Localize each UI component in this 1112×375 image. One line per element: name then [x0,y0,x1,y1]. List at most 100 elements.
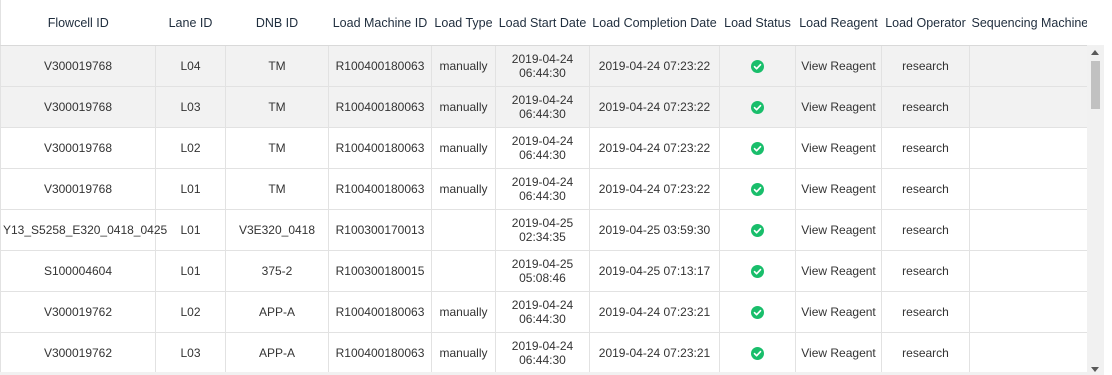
check-circle-icon [751,60,764,74]
cell-load-status [719,127,796,169]
view-reagent-link[interactable]: View Reagent [801,141,876,155]
cell-load-completion-date: 2019-04-24 07:23:22 [589,168,720,210]
cell-dnb-id: TM [225,127,329,169]
cell-sequencing-machine [969,209,1087,251]
view-reagent-link[interactable]: View Reagent [801,223,876,237]
cell-load-type: manually [431,45,496,87]
cell-lane-id: L03 [155,86,226,128]
table-row[interactable]: V300019768 L03 TM R100400180063 manually… [0,86,1087,128]
col-header-lane-id[interactable]: Lane ID [155,0,226,46]
cell-load-operator: research [881,332,970,374]
col-header-load-operator[interactable]: Load Operator [881,0,970,46]
cell-dnb-id: 375-2 [225,250,329,292]
cell-sequencing-machine [969,45,1087,87]
cell-load-status [719,209,796,251]
col-header-load-status[interactable]: Load Status [719,0,796,46]
start-date: 2019-04-25 [511,257,574,271]
view-reagent-link[interactable]: View Reagent [801,264,876,278]
scroll-down-arrow-icon[interactable] [1091,367,1099,372]
cell-load-status [719,86,796,128]
cell-sequencing-machine [969,127,1087,169]
cell-load-start-date: 2019-04-24 06:44:30 [495,168,590,210]
cell-load-start-date: 2019-04-24 06:44:30 [495,86,590,128]
check-circle-icon [751,224,764,238]
start-date: 2019-04-24 [511,298,574,312]
col-header-flowcell-id[interactable]: Flowcell ID [0,0,156,46]
cell-sequencing-machine [969,291,1087,333]
cell-load-reagent: View Reagent [795,209,882,251]
cell-load-machine-id: R100400180063 [328,86,432,128]
cell-load-operator: research [881,86,970,128]
cell-load-completion-date: 2019-04-24 07:23:22 [589,86,720,128]
cell-flowcell-id: Y13_S5258_E320_0418_0425 [0,209,167,251]
cell-load-type: manually [431,127,496,169]
start-date: 2019-04-24 [511,339,574,353]
col-header-load-reagent[interactable]: Load Reagent [795,0,882,46]
cell-load-machine-id: R100400180063 [328,291,432,333]
cell-load-operator: research [881,127,970,169]
start-date: 2019-04-24 [511,175,574,189]
cell-load-status [719,250,796,292]
check-circle-icon [751,183,764,197]
col-header-load-completion-date[interactable]: Load Completion Date [589,0,720,46]
start-date: 2019-04-24 [511,93,574,107]
cell-sequencing-machine [969,168,1087,210]
cell-load-operator: research [881,209,970,251]
cell-load-machine-id: R100400180063 [328,45,432,87]
cell-load-reagent: View Reagent [795,86,882,128]
view-reagent-link[interactable]: View Reagent [801,305,876,319]
col-header-load-start-date[interactable]: Load Start Date [495,0,590,46]
cell-load-reagent: View Reagent [795,168,882,210]
cell-load-machine-id: R100300170013 [328,209,432,251]
view-reagent-link[interactable]: View Reagent [801,182,876,196]
cell-dnb-id: APP-A [225,332,329,374]
cell-load-reagent: View Reagent [795,45,882,87]
cell-dnb-id: APP-A [225,291,329,333]
table-row[interactable]: V300019762 L03 APP-A R100400180063 manua… [0,332,1087,374]
view-reagent-link[interactable]: View Reagent [801,100,876,114]
col-header-load-type[interactable]: Load Type [431,0,496,46]
cell-flowcell-id: S100004604 [0,250,156,292]
cell-lane-id: L02 [155,291,226,333]
col-header-load-machine-id[interactable]: Load Machine ID [328,0,432,46]
scrollbar-thumb[interactable] [1091,61,1100,109]
table-row[interactable]: V300019768 L01 TM R100400180063 manually… [0,168,1087,210]
header-row: Flowcell ID Lane ID DNB ID Load Machine … [0,0,1087,46]
cell-sequencing-machine [969,332,1087,374]
cell-load-reagent: View Reagent [795,127,882,169]
vertical-scrollbar[interactable] [1087,45,1104,375]
cell-flowcell-id: V300019768 [0,86,156,128]
cell-load-start-date: 2019-04-24 06:44:30 [495,291,590,333]
cell-load-status [719,168,796,210]
col-header-dnb-id[interactable]: DNB ID [225,0,329,46]
cell-load-status [719,291,796,333]
view-reagent-link[interactable]: View Reagent [801,346,876,360]
cell-load-operator: research [881,291,970,333]
table-row[interactable]: Y13_S5258_E320_0418_0425 L01 V3E320_0418… [0,209,1087,251]
check-circle-icon [751,347,764,361]
view-reagent-link[interactable]: View Reagent [801,59,876,73]
cell-load-type: manually [431,168,496,210]
cell-flowcell-id: V300019768 [0,127,156,169]
cell-lane-id: L01 [155,250,226,292]
cell-load-start-date: 2019-04-24 06:44:30 [495,127,590,169]
col-header-sequencing-machine[interactable]: Sequencing Machine T [969,0,1087,46]
cell-lane-id: L02 [155,127,226,169]
start-time: 06:44:30 [519,353,566,367]
cell-lane-id: L04 [155,45,226,87]
cell-load-start-date: 2019-04-25 05:08:46 [495,250,590,292]
table-row[interactable]: V300019768 L04 TM R100400180063 manually… [0,45,1087,87]
table-row[interactable]: V300019768 L02 TM R100400180063 manually… [0,127,1087,169]
cell-load-status [719,45,796,87]
cell-load-machine-id: R100400180063 [328,168,432,210]
cell-load-type: manually [431,291,496,333]
start-time: 06:44:30 [519,148,566,162]
check-circle-icon [751,265,764,279]
start-time: 06:44:30 [519,107,566,121]
start-time: 06:44:30 [519,66,566,80]
scroll-up-arrow-icon[interactable] [1091,50,1099,55]
cell-load-completion-date: 2019-04-24 07:23:22 [589,45,720,87]
table-row[interactable]: V300019762 L02 APP-A R100400180063 manua… [0,291,1087,333]
cell-sequencing-machine [969,86,1087,128]
table-row[interactable]: S100004604 L01 375-2 R100300180015 2019-… [0,250,1087,292]
